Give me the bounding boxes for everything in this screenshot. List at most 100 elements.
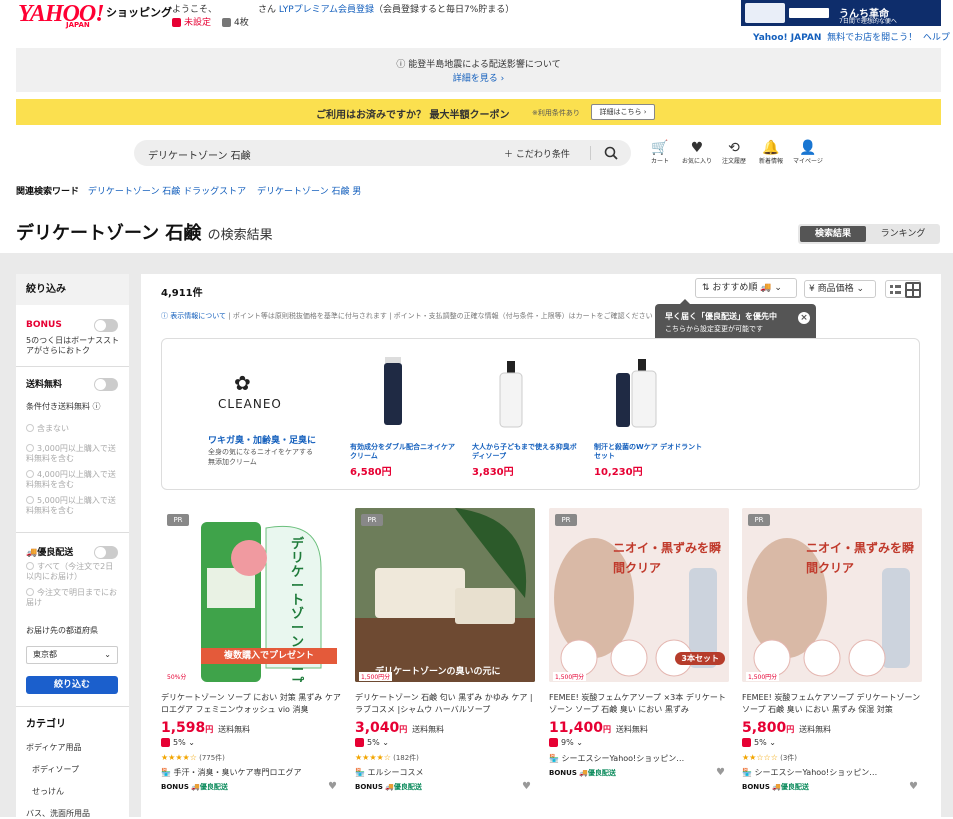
favorites-button[interactable]: ♥ お気に入り [682,140,712,165]
notice-link[interactable]: 詳細を見る [453,74,498,84]
product-image[interactable]: PR ニオイ・黒ずみを瞬間クリア 1,500円分 [742,508,922,682]
product-card[interactable]: PR ニオイ・黒ずみを瞬間クリア 3本セット 1,500円分 FEMEE! 炭酸… [549,508,729,778]
brand-product[interactable]: 制汗と殺菌のWケア デオドラントセット 10,230円 [594,443,704,478]
coupon-banner[interactable]: ご利用はお済みですか？ 最大半額クーポン ※利用条件あり 詳細はこちら › [16,99,941,125]
ship-option[interactable]: 3,000円以上購入で送料無料を含む [26,444,121,464]
related-link[interactable]: デリケートゾーン 石鹸 男 [257,187,361,197]
favorite-heart-icon[interactable]: ♥ [328,781,337,792]
ad-subtitle: 7日間で理想的な便へ [839,18,897,25]
favorite-heart-icon[interactable]: ♥ [909,781,918,792]
search-input[interactable]: デリケートゾーン 石鹸 [148,147,251,162]
sort-dropdown[interactable]: ⇅ おすすめ順 🚚 ⌄ [695,278,797,298]
yuryo-toggle[interactable] [94,546,118,559]
condition-button[interactable]: ＋ こだわり条件 [504,147,570,160]
brand-ad[interactable]: ✿ CLEANEO ワキガ臭・加齢臭・足臭に 全身の気になるニオイをケアする無添… [161,338,920,490]
tooltip-title: 早く届く「優良配送」を優先中 [665,312,777,321]
brand-product[interactable]: 有効成分をダブル配合ニオイケアクリーム 6,580円 [350,443,460,478]
shop-name[interactable]: 🏪 シーエスシーYahoo!ショッピン… [742,767,922,778]
soap-bottle-image [499,361,523,428]
point-rate[interactable]: 5% ⌄ [161,738,341,747]
apply-filter-button[interactable]: 絞り込む [26,676,118,694]
point-rate[interactable]: 9% ⌄ [549,738,729,747]
free-ship-toggle[interactable] [94,378,118,391]
filter-sidebar: 絞り込み BONUS 5のつく日はボーナスストアがさらにおトク 送料無料 条件付… [16,274,129,819]
pr-badge: PR [748,514,770,526]
product-image[interactable]: PR ニオイ・黒ずみを瞬間クリア 3本セット 1,500円分 [549,508,729,682]
order-history-button[interactable]: ⟲ 注文履歴 [719,140,749,165]
point-rate[interactable]: 5% ⌄ [742,738,922,747]
info-link[interactable]: ⓘ 表示情報について [161,312,226,320]
rating[interactable]: ★★★★☆ (182件) [355,753,535,763]
brand-product[interactable]: 大人から子どもまで使える抑臭ボディソープ 3,830円 [472,443,582,478]
yahoo-logo[interactable]: YAHOO! [18,2,105,26]
pref-select[interactable]: 東京都 ⌄ [26,646,118,664]
ad-tag [789,8,829,18]
related-link[interactable]: デリケートゾーン 石鹸 ドラッグストア [88,187,246,197]
coupon-count[interactable]: 4枚 [222,15,249,28]
help-link[interactable]: ヘルプ [923,33,950,43]
welcome-text: ようこそ、 [172,5,218,15]
tab-ranking[interactable]: ランキング [868,226,938,242]
view-toggle[interactable] [885,280,921,298]
product-name[interactable]: FEMEE! 炭酸フェムケアソープ デリケートゾーン ソープ 石鹸 臭い におい… [742,692,922,716]
bonus-toggle[interactable] [94,319,118,332]
coupon-text: ご利用はお済みですか？ 最大半額クーポン [316,110,510,121]
product-photo [355,508,535,682]
favorite-heart-icon[interactable]: ♥ [522,781,531,792]
notifications-button[interactable]: 🔔 新着情報 [756,140,786,165]
rating[interactable]: ★★★★☆ (775件) [161,753,341,763]
product-photo [742,508,922,682]
product-card[interactable]: PR デリケートゾーンの臭いの元に 1,500円分 デリケートゾーン 石鹸 匂い… [355,508,535,792]
category-item[interactable]: ボディソープ [32,765,79,775]
tooltip-arrow [680,299,690,304]
coupon-detail-button[interactable]: 詳細はこちら › [591,104,655,120]
shopping-title[interactable]: ショッピング [106,4,172,20]
product-name[interactable]: デリケートゾーン 石鹸 匂い 黒ずみ かゆみ ケア |ラブコスメ |シャムウ ハ… [355,692,535,716]
close-icon[interactable]: × [798,312,810,324]
yuryo-option[interactable]: すべて（今注文で2日以内にお届け） [26,562,121,582]
yuryo-option[interactable]: 今注文で明日までにお届け [26,588,121,608]
product-card[interactable]: PR デリケートゾーンソープ 複数購入でプレゼント 50%分 デリケートゾーン … [161,508,341,792]
coupon-note: ※利用条件あり [532,109,580,117]
shop-name[interactable]: 🏪 シーエスシーYahoo!ショッピン… [549,753,729,764]
mypage-button[interactable]: 👤 マイページ [793,140,823,165]
category-item[interactable]: ボディケア用品 [26,743,81,753]
point-rate[interactable]: 5% ⌄ [355,738,535,747]
price-dropdown[interactable]: ¥ 商品価格 ⌄ [804,280,876,298]
tab-search-results[interactable]: 検索結果 [800,226,866,242]
product-image[interactable]: PR デリケートゾーンソープ 複数購入でプレゼント 50%分 [161,508,341,682]
header-ad-banner[interactable]: うんち革命 7日間で理想的な便へ [741,0,941,26]
product-name[interactable]: デリケートゾーン ソープ におい 対策 黒ずみ ケア ロエグア フェミニンウォッ… [161,692,341,716]
product-image[interactable]: PR デリケートゾーンの臭いの元に 1,500円分 [355,508,535,682]
ship-option[interactable]: 含まない [26,424,121,434]
category-item[interactable]: バス、洗面所用品 [26,809,90,819]
pr-badge: PR [167,514,189,526]
truck-icon: 🚚 [579,769,588,777]
ship-option[interactable]: 5,000円以上購入で送料無料を含む [26,496,121,516]
open-store-link[interactable]: 無料でお店を開こう！ [827,33,917,43]
paypay-status[interactable]: 未設定 [172,15,211,28]
yj-link[interactable]: Yahoo! JAPAN [753,33,821,43]
radio-icon [26,444,34,452]
product-card[interactable]: PR ニオイ・黒ずみを瞬間クリア 1,500円分 FEMEE! 炭酸フェムケアソ… [742,508,922,792]
history-icon: ⟲ [728,140,740,156]
ship-option[interactable]: 4,000円以上購入で送料無料を含む [26,470,121,490]
search-icon[interactable] [604,146,618,160]
image-caption: ニオイ・黒ずみを瞬間クリア [613,541,722,575]
pr-badge: PR [361,514,383,526]
search-bar[interactable]: デリケートゾーン 石鹸 ＋ こだわり条件 [134,140,631,166]
rating[interactable]: ★★☆☆☆ (3件) [742,753,922,763]
store-icon: 🏪 [161,768,171,777]
shop-name[interactable]: 🏪 手汗・消臭・臭いケア専門ロエグア [161,767,341,778]
store-icon: 🏪 [549,754,559,763]
brand-title[interactable]: ワキガ臭・加齢臭・足臭に [208,433,316,446]
shop-name[interactable]: 🏪 エルシーコスメ [355,767,535,778]
favorite-heart-icon[interactable]: ♥ [716,767,725,778]
cleaneo-logo: CLEANEO [218,397,282,411]
product-name[interactable]: FEMEE! 炭酸フェムケアソープ ×3本 デリケートゾーン ソープ 石鹸 臭い… [549,692,729,716]
lyp-register-link[interactable]: LYPプレミアム会員登録 [279,5,374,15]
category-item[interactable]: せっけん [32,787,64,797]
notice-box: ⓘ 能登半島地震による配送影響について 詳細を見る › [16,48,941,92]
cart-button[interactable]: 🛒 カート [645,140,675,165]
yen-icon: ¥ [809,284,818,294]
